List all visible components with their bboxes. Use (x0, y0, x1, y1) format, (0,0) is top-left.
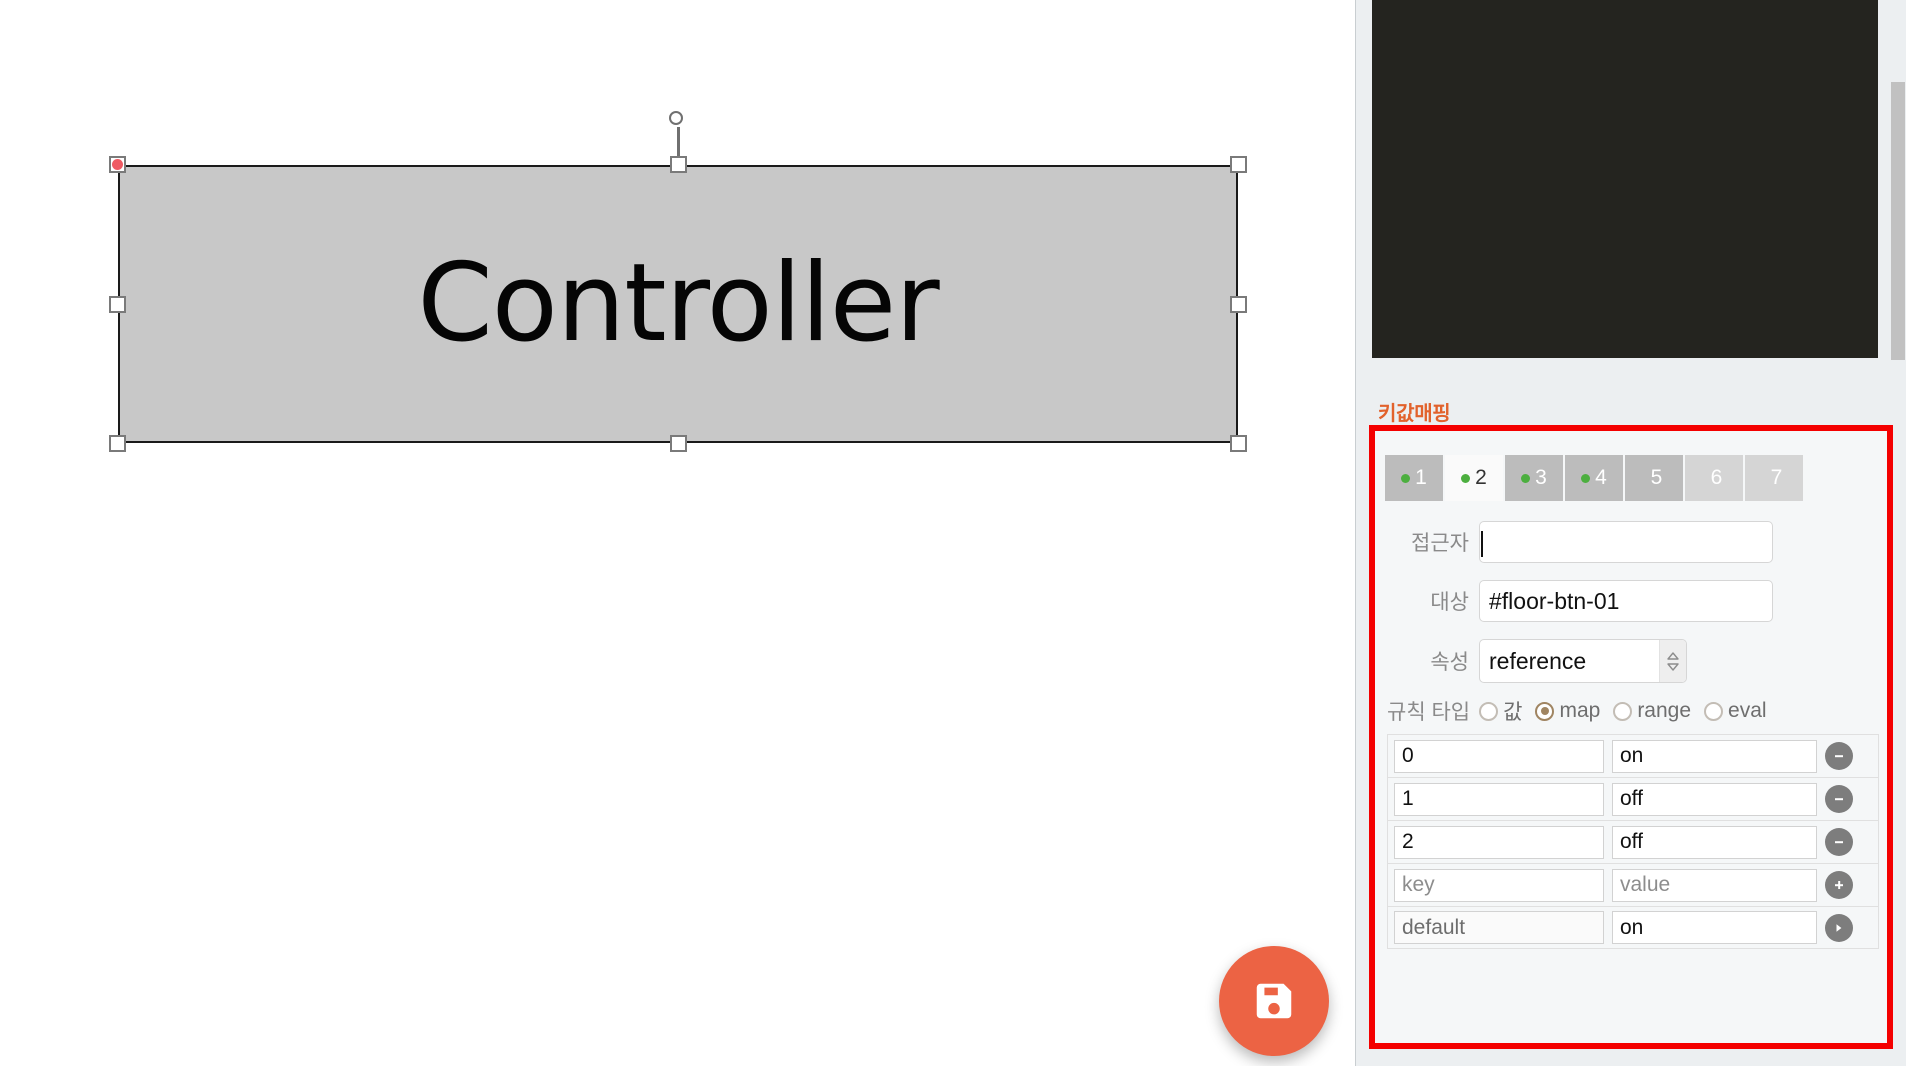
mapping-value-input[interactable] (1612, 825, 1817, 859)
accessor-label: 접근자 (1411, 532, 1469, 555)
resize-handle-top-center[interactable] (669, 156, 687, 173)
attribute-select[interactable]: reference (1479, 639, 1687, 683)
apply-default-button[interactable] (1825, 913, 1853, 942)
right-side-panel: 키값매핑 1 2 3 4 5 6 7 접근자 대상 #floor-btn-01 … (1355, 0, 1906, 1066)
mapping-rows-list (1387, 734, 1879, 949)
mapping-tab-strip[interactable]: 1 2 3 4 5 6 7 (1385, 455, 1803, 501)
remove-row-button[interactable] (1825, 742, 1853, 770)
resize-handle-bottom-right[interactable] (1230, 435, 1247, 452)
save-floppy-icon (1251, 978, 1297, 1024)
tab-status-dot-icon (1521, 473, 1531, 483)
radio-icon (1613, 701, 1633, 721)
shape-label: Controller (417, 241, 939, 366)
panel-scrollbar[interactable] (1890, 0, 1906, 1066)
origin-point-icon (112, 159, 123, 170)
target-row: 대상 (1387, 580, 1877, 622)
target-label: 대상 (1430, 591, 1469, 614)
tab-1[interactable]: 1 (1385, 455, 1443, 501)
resize-handle-top-left[interactable] (109, 156, 126, 173)
new-mapping-value-input[interactable] (1612, 868, 1817, 902)
resize-handle-bottom-center[interactable] (669, 435, 687, 452)
minus-icon (1832, 792, 1846, 806)
editor-canvas[interactable]: Controller (0, 0, 1355, 1066)
selected-shape-group[interactable]: Controller (109, 111, 1247, 452)
resize-handle-top-right[interactable] (1230, 156, 1247, 173)
tab-7[interactable]: 7 (1745, 455, 1803, 501)
tab-3[interactable]: 3 (1505, 455, 1563, 501)
tab-6[interactable]: 6 (1685, 455, 1743, 501)
tab-label: 4 (1595, 466, 1607, 489)
remove-row-button[interactable] (1825, 785, 1853, 813)
tab-status-dot-icon (1461, 473, 1471, 483)
mapping-value-input[interactable] (1612, 782, 1817, 816)
rule-type-row: 규칙 타입 값 map range eval (1387, 696, 1780, 726)
table-row (1387, 777, 1879, 820)
accessor-row: 접근자 (1387, 521, 1877, 563)
attribute-row: 속성 reference (1387, 639, 1877, 683)
table-row (1387, 734, 1879, 777)
remove-row-button[interactable] (1825, 828, 1853, 856)
preview-panel[interactable] (1372, 0, 1878, 358)
minus-icon (1832, 749, 1846, 763)
attribute-value: reference (1489, 647, 1587, 674)
tab-label: 1 (1415, 466, 1427, 489)
rule-type-option-range[interactable]: range (1613, 699, 1691, 723)
rule-type-option-value[interactable]: 값 (1479, 696, 1522, 726)
add-row-button[interactable] (1825, 871, 1853, 899)
save-button[interactable] (1219, 946, 1329, 1056)
preview-canvas[interactable] (1372, 0, 1878, 358)
radio-icon (1535, 701, 1555, 721)
radio-icon (1479, 701, 1499, 721)
text-caret (1481, 531, 1483, 557)
rule-type-option-eval[interactable]: eval (1704, 699, 1767, 723)
tab-label: 6 (1710, 466, 1723, 489)
tab-label: 3 (1535, 466, 1547, 489)
panel-scrollbar-thumb[interactable] (1891, 82, 1905, 360)
tab-label: 5 (1650, 466, 1663, 489)
accessor-input[interactable] (1479, 521, 1773, 563)
table-row (1387, 820, 1879, 863)
target-input[interactable] (1479, 580, 1773, 622)
plus-icon (1832, 878, 1846, 892)
resize-handle-middle-left[interactable] (109, 295, 126, 313)
key-value-mapping-card: 1 2 3 4 5 6 7 접근자 대상 #floor-btn-01 속성 re… (1375, 431, 1887, 1043)
mapping-key-input[interactable] (1394, 739, 1604, 773)
tab-2[interactable]: 2 (1445, 455, 1503, 501)
tab-status-dot-icon (1401, 473, 1411, 483)
resize-handle-middle-right[interactable] (1230, 295, 1247, 313)
radio-label: map (1559, 699, 1601, 722)
tab-status-dot-icon (1581, 473, 1591, 483)
radio-label: eval (1728, 699, 1767, 722)
radio-icon (1704, 701, 1724, 721)
rule-type-option-map[interactable]: map (1535, 699, 1600, 723)
default-key-input (1394, 911, 1604, 944)
table-row (1387, 906, 1879, 949)
chevron-right-icon (1832, 921, 1846, 935)
mapping-key-input[interactable] (1394, 782, 1604, 816)
radio-label: 값 (1503, 701, 1523, 724)
mapping-key-input[interactable] (1394, 825, 1604, 859)
default-value-input[interactable] (1612, 911, 1817, 944)
radio-label: range (1637, 699, 1692, 722)
new-mapping-key-input[interactable] (1394, 868, 1604, 902)
tab-label: 7 (1770, 466, 1783, 489)
rotation-handle[interactable] (669, 111, 683, 125)
tab-4[interactable]: 4 (1565, 455, 1623, 501)
controller-shape[interactable]: Controller (118, 165, 1238, 443)
spinner-arrows-icon[interactable] (1659, 640, 1686, 682)
mapping-value-input[interactable] (1612, 739, 1817, 773)
attribute-label: 속성 (1430, 651, 1469, 674)
table-row (1387, 863, 1879, 906)
resize-handle-bottom-left[interactable] (109, 435, 126, 452)
tab-label: 2 (1475, 466, 1487, 489)
minus-icon (1832, 835, 1846, 849)
rule-type-label: 규칙 타입 (1387, 701, 1471, 724)
section-title: 키값매핑 (1378, 403, 1451, 425)
tab-5[interactable]: 5 (1625, 455, 1683, 501)
